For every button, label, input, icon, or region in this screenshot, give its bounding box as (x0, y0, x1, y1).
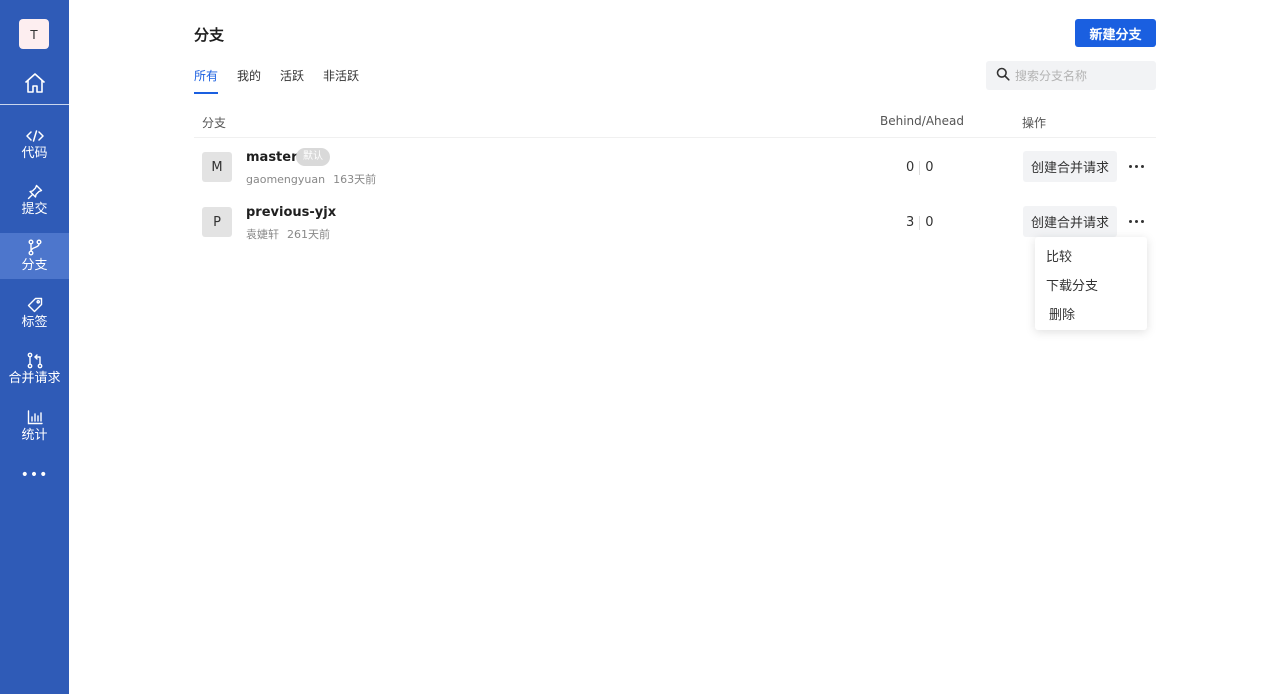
tag-icon (27, 296, 43, 314)
menu-item-delete[interactable]: 删除 (1035, 299, 1147, 328)
more-actions-icon[interactable] (1125, 211, 1147, 231)
create-merge-request-button[interactable]: 创建合并请求 (1023, 151, 1117, 182)
column-header-branch: 分支 (202, 116, 227, 130)
new-branch-button[interactable]: 新建分支 (1075, 19, 1156, 47)
ahead-count: 0 (925, 215, 934, 230)
sidebar-item-label: 合并请求 (8, 370, 61, 386)
branch-name-link[interactable]: previous-yjx (246, 205, 336, 220)
default-badge: 默认 (296, 148, 330, 166)
behind-ahead-count: 0 0 (906, 160, 934, 175)
ahead-count: 0 (925, 160, 934, 175)
behind-ahead-divider (919, 160, 921, 175)
branch-updated-time: 163天前 (333, 173, 377, 186)
tab-all[interactable]: 所有 (194, 68, 219, 94)
more-icon[interactable]: ••• (0, 465, 69, 485)
sidebar-item-merge-requests[interactable]: 合并请求 (0, 346, 69, 392)
behind-count: 0 (906, 160, 915, 175)
behind-ahead-divider (919, 215, 921, 230)
branch-name-link[interactable]: master (246, 150, 298, 165)
sidebar: T 代码 提交 分支 标签 合并请求 统计 ••• (0, 0, 69, 694)
code-icon (25, 127, 44, 145)
more-actions-icon[interactable] (1125, 156, 1147, 176)
user-avatar[interactable]: T (19, 19, 49, 49)
branch-actions-menu: 比较 下载分支 删除 (1035, 237, 1147, 330)
sidebar-item-label: 代码 (21, 145, 48, 161)
sidebar-item-code[interactable]: 代码 (0, 121, 69, 167)
column-header-actions: 操作 (1022, 116, 1047, 130)
branch-avatar: M (202, 152, 232, 182)
branch-icon (28, 239, 42, 257)
page-title: 分支 (194, 26, 225, 44)
filter-tabs: 所有 我的 活跃 非活跃 (194, 68, 378, 94)
behind-count: 3 (906, 215, 915, 230)
sidebar-item-label: 分支 (21, 257, 48, 273)
tab-inactive[interactable]: 非活跃 (323, 68, 359, 94)
tab-mine[interactable]: 我的 (237, 68, 261, 94)
sidebar-item-branches[interactable]: 分支 (0, 233, 69, 279)
sidebar-item-label: 统计 (21, 427, 48, 443)
menu-item-compare[interactable]: 比较 (1035, 241, 1147, 270)
branch-avatar: P (202, 207, 232, 237)
table-row: M master 默认 gaomengyuan 163天前 0 0 创建合并请求 (194, 139, 1156, 194)
tab-active[interactable]: 活跃 (280, 68, 304, 94)
search-box (986, 61, 1156, 90)
sidebar-divider (0, 104, 69, 105)
branch-author: gaomengyuan (246, 173, 326, 186)
sidebar-item-label: 标签 (21, 314, 48, 330)
branch-author: 袁婕轩 (246, 228, 279, 241)
sidebar-item-label: 提交 (21, 201, 48, 217)
sidebar-item-statistics[interactable]: 统计 (0, 403, 69, 449)
home-button[interactable] (0, 66, 69, 104)
branch-meta: 袁婕轩 261天前 (246, 226, 330, 242)
branch-meta: gaomengyuan 163天前 (246, 171, 376, 187)
sidebar-item-commits[interactable]: 提交 (0, 177, 69, 223)
column-header-behind-ahead: Behind/Ahead (880, 114, 964, 128)
sidebar-item-tags[interactable]: 标签 (0, 290, 69, 336)
chart-icon (27, 409, 43, 427)
pin-icon (27, 183, 43, 201)
menu-item-download-branch[interactable]: 下载分支 (1035, 270, 1147, 299)
table-divider (194, 137, 1156, 138)
home-icon (23, 71, 47, 99)
branch-updated-time: 261天前 (287, 228, 330, 241)
behind-ahead-count: 3 0 (906, 215, 934, 230)
merge-request-icon (27, 352, 43, 370)
table-row: P previous-yjx 袁婕轩 261天前 3 0 创建合并请求 (194, 194, 1156, 249)
create-merge-request-button[interactable]: 创建合并请求 (1023, 206, 1117, 237)
search-input[interactable] (1015, 68, 1145, 83)
search-icon (996, 66, 1010, 85)
